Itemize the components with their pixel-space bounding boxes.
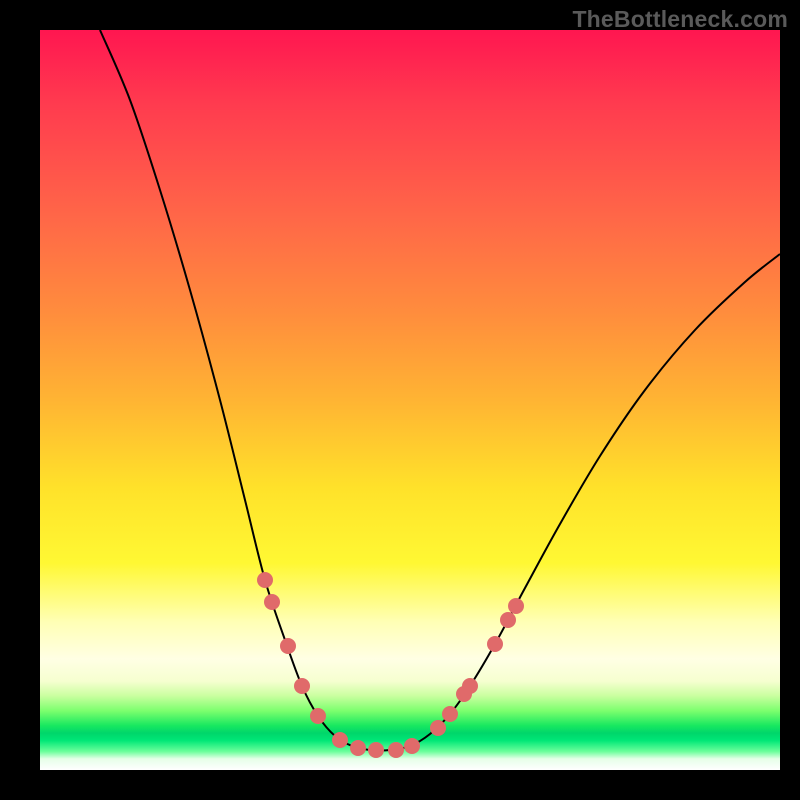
marker-dot: [462, 678, 478, 694]
marker-dot: [332, 732, 348, 748]
marker-dot: [310, 708, 326, 724]
marker-dot: [500, 612, 516, 628]
chart-overlay: [40, 30, 780, 770]
marker-dot: [508, 598, 524, 614]
marker-dot: [264, 594, 280, 610]
marker-dot: [388, 742, 404, 758]
bottleneck-curve: [100, 30, 780, 751]
chart-frame: TheBottleneck.com: [0, 0, 800, 800]
marker-dot: [442, 706, 458, 722]
watermark-text: TheBottleneck.com: [572, 6, 788, 33]
marker-dot: [294, 678, 310, 694]
marker-dot: [368, 742, 384, 758]
marker-dot: [257, 572, 273, 588]
marker-dot: [404, 738, 420, 754]
marker-dot: [430, 720, 446, 736]
marker-dot: [280, 638, 296, 654]
marker-dot: [487, 636, 503, 652]
marker-dot: [350, 740, 366, 756]
